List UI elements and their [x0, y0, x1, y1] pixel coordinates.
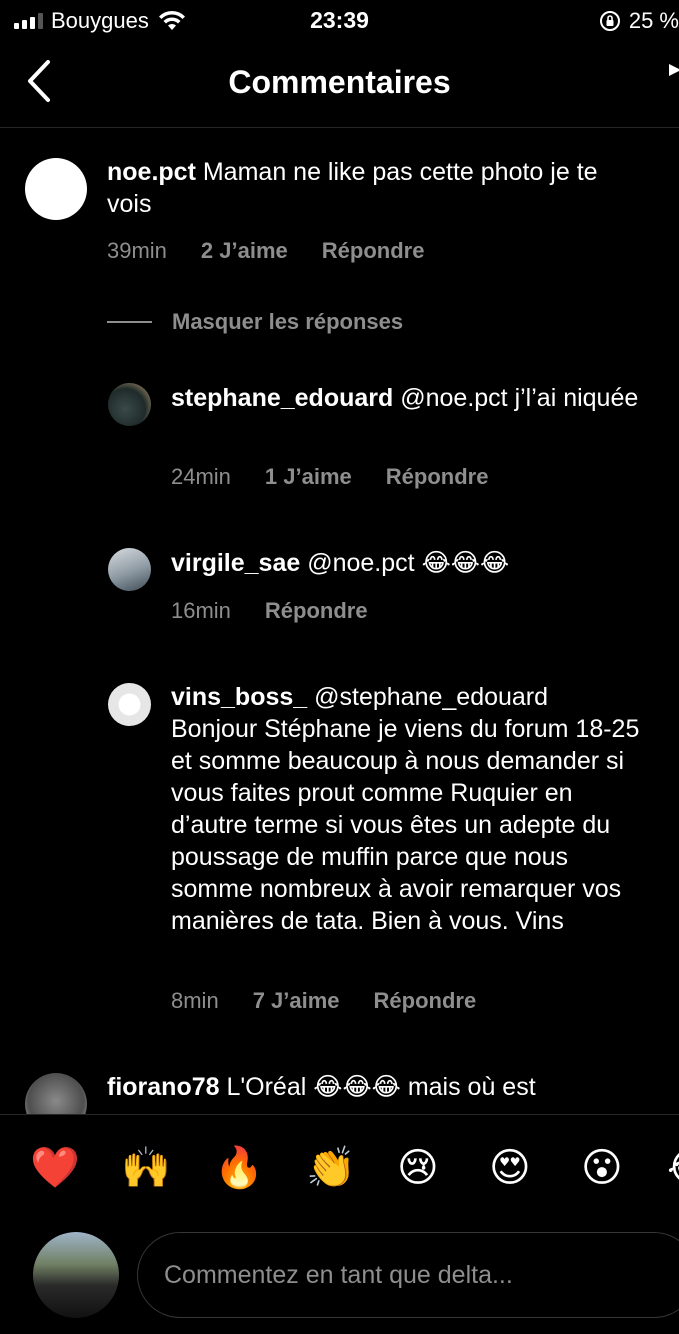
comment-likes[interactable]: 7 J’aime [253, 988, 340, 1014]
avatar[interactable] [25, 158, 87, 220]
status-bar: Bouygues 23:39 25 % [0, 0, 679, 42]
comment-body: L'Oréal 😂😂😂 mais où est [226, 1073, 536, 1101]
comment-mention[interactable]: @noe.pct [307, 549, 414, 577]
comment-text: fiorano78 L'Oréal 😂😂😂 mais où est [107, 1071, 647, 1103]
comment-body: Bonjour Stéphane je viens du forum 18-25… [171, 715, 640, 935]
emoji-button[interactable]: ❤️ [30, 1143, 80, 1193]
reply-button[interactable]: Répondre [386, 464, 489, 490]
comment-composer: Commentez en tant que delta... [0, 1224, 679, 1334]
reply-button[interactable]: Répondre [374, 988, 477, 1014]
comment-meta: 24min 1 J’aime Répondre [171, 464, 488, 490]
comment-text: stephane_edouard @noe.pct j’l’ai niquée [171, 382, 641, 414]
avatar[interactable] [108, 383, 151, 426]
comment-username[interactable]: stephane_edouard [171, 384, 393, 412]
comment-body: j’l’ai niquée [514, 384, 639, 412]
avatar[interactable] [108, 683, 151, 726]
hide-replies-label: Masquer les réponses [172, 309, 404, 334]
emoji-button[interactable]: 😂 [667, 1143, 679, 1193]
comment-mention[interactable]: @noe.pct [400, 384, 507, 412]
comment-meta: 16min Répondre [171, 598, 368, 624]
comments-list[interactable]: noe.pct Maman ne like pas cette photo je… [0, 129, 679, 1114]
send-icon[interactable] [669, 64, 679, 84]
user-avatar [33, 1232, 119, 1318]
reply-button[interactable]: Répondre [265, 598, 368, 624]
comment-username[interactable]: fiorano78 [107, 1073, 220, 1101]
default-avatar-icon [118, 693, 141, 716]
comment-likes[interactable]: 1 J’aime [265, 464, 352, 490]
status-right: 25 % [599, 8, 679, 34]
emoji-button[interactable]: 👏 [306, 1143, 356, 1193]
comment-text: vins_boss_ @stephane_edouard Bonjour Sté… [171, 681, 641, 937]
emoji-button[interactable]: 🙌 [121, 1143, 171, 1193]
comment-time: 8min [171, 988, 219, 1013]
comment-username[interactable]: virgile_sae [171, 549, 300, 577]
comment-text: noe.pct Maman ne like pas cette photo je… [107, 156, 647, 220]
page-title: Commentaires [228, 64, 451, 100]
comment-time: 16min [171, 598, 231, 623]
header: Commentaires [0, 42, 679, 128]
reply-button[interactable]: Répondre [322, 238, 425, 264]
comment-username[interactable]: vins_boss_ [171, 683, 307, 711]
comment-mention[interactable]: @stephane_edouard [314, 683, 548, 711]
comment-meta: 39min 2 J’aime Répondre [107, 238, 424, 264]
comment-text: virgile_sae @noe.pct 😂😂😂 [171, 547, 641, 579]
emoji-quick-bar: ❤️ 🙌 🔥 👏 😢 😍 😮 😂 [0, 1114, 679, 1224]
battery-percent: 25 % [628, 8, 679, 33]
hide-replies-button[interactable]: Masquer les réponses [107, 309, 403, 335]
comment-username[interactable]: noe.pct [107, 158, 196, 186]
emoji-button[interactable]: 😍 [489, 1143, 531, 1193]
comment-time: 39min [107, 238, 167, 263]
emoji-button[interactable]: 😢 [397, 1143, 439, 1193]
avatar[interactable] [25, 1073, 87, 1114]
comment-time: 24min [171, 464, 231, 489]
emoji-button[interactable]: 🔥 [214, 1143, 264, 1193]
comment-input[interactable]: Commentez en tant que delta... [137, 1232, 679, 1318]
divider-line [107, 321, 152, 323]
avatar[interactable] [108, 548, 151, 591]
emoji-button[interactable]: 😮 [581, 1143, 623, 1193]
clock: 23:39 [310, 7, 369, 33]
orientation-lock-icon [599, 11, 620, 31]
comment-meta: 8min 7 J’aime Répondre [171, 988, 476, 1014]
comment-likes[interactable]: 2 J’aime [201, 238, 288, 264]
comment-body: 😂😂😂 [421, 549, 510, 577]
